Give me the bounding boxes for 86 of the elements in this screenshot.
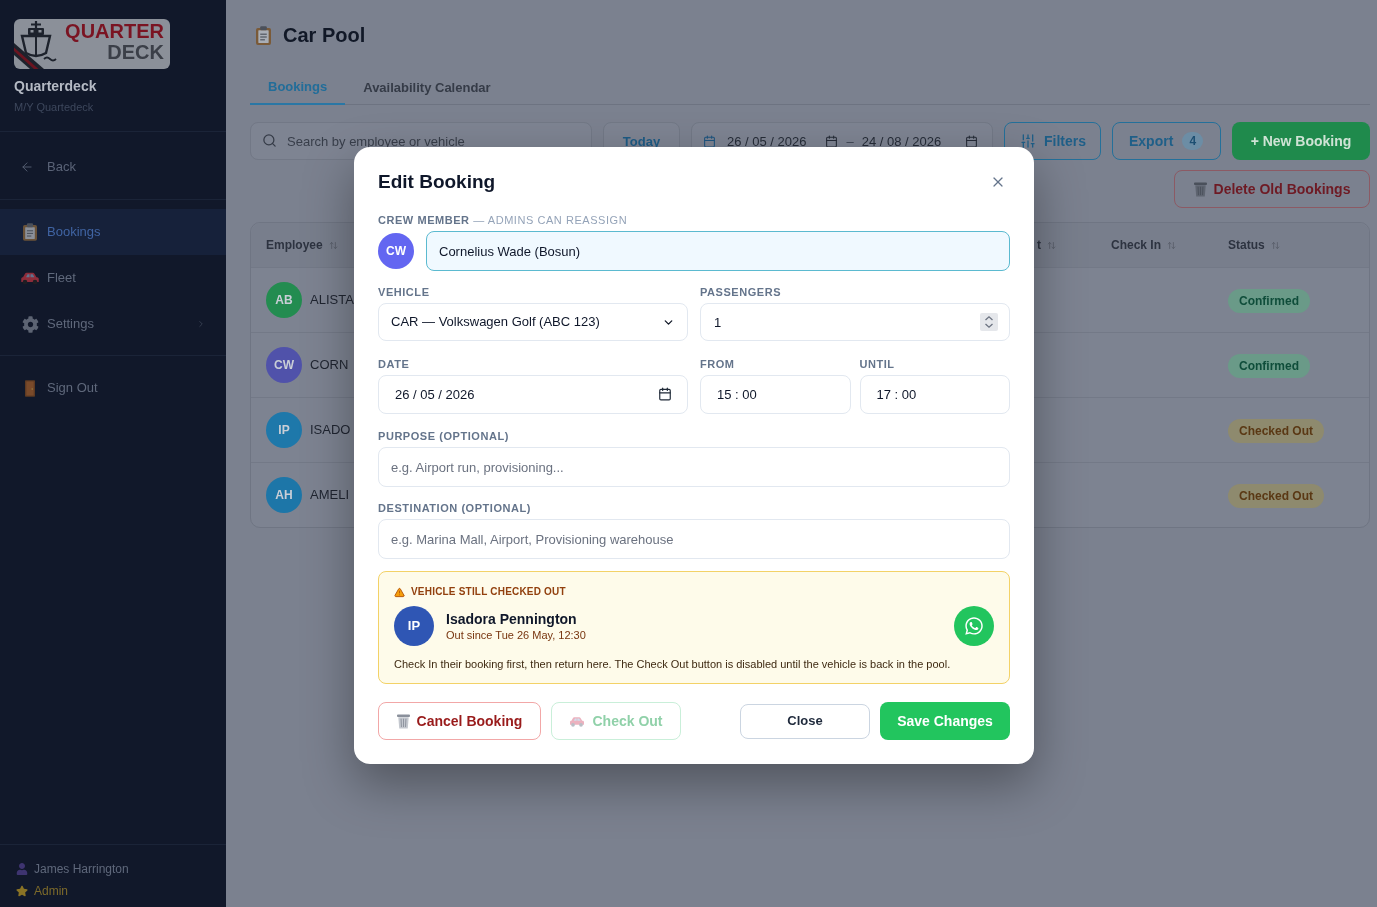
status-badge: Confirmed xyxy=(1228,288,1310,313)
car-icon xyxy=(20,271,40,285)
user-name: James Harrington xyxy=(34,861,129,878)
time-field[interactable]: 17 : 00 xyxy=(859,375,1010,414)
end-date: 24 / 08 / 2026 xyxy=(861,134,942,148)
wastebasket-icon xyxy=(396,713,410,729)
sort-icon[interactable] xyxy=(1047,240,1056,250)
sort-icon[interactable] xyxy=(1167,240,1176,250)
nav-item[interactable]: Fleet xyxy=(0,255,226,301)
start-date: 26 / 05 / 2026 xyxy=(727,134,807,148)
nav-item[interactable]: Bookings xyxy=(0,209,226,255)
export-button[interactable]: Export 4 xyxy=(1112,122,1221,160)
status-badge: Checked Out xyxy=(1228,418,1324,443)
close-button[interactable]: Close xyxy=(740,703,870,739)
avatar: CW xyxy=(378,233,414,269)
user-role: Admin xyxy=(34,883,68,900)
employee-name: ALISTA xyxy=(310,291,354,310)
cancel-booking-button[interactable]: Cancel Booking xyxy=(378,702,541,740)
nav-item[interactable]: Settings xyxy=(0,301,226,347)
avatar: IP xyxy=(266,412,302,448)
status-badge: Checked Out xyxy=(1228,483,1324,508)
field-label: UNTIL xyxy=(859,357,896,371)
field-label: PASSENGERS xyxy=(700,285,783,299)
star-icon xyxy=(16,885,28,897)
sign-out-link[interactable]: Sign Out xyxy=(0,365,226,411)
car-icon xyxy=(569,715,586,727)
destination-field[interactable]: e.g. Marina Mall, Airport, Provisioning warehouse xyxy=(378,519,1010,559)
calendar-icon xyxy=(824,134,838,148)
page-title: Car Pool xyxy=(283,23,366,48)
gear-icon xyxy=(21,315,39,333)
phone-bubble-icon xyxy=(964,616,984,636)
chevron-right-icon xyxy=(196,319,206,329)
save-changes-button[interactable]: Save Changes xyxy=(880,702,1010,740)
avatar: AH xyxy=(266,477,302,513)
sort-icon[interactable] xyxy=(328,240,338,250)
avatar: CW xyxy=(266,347,302,383)
field-label: DESTINATION (OPTIONAL) xyxy=(378,501,533,515)
user-icon xyxy=(16,863,28,875)
field-label: PURPOSE (OPTIONAL) xyxy=(378,429,510,443)
calendar-icon[interactable] xyxy=(658,387,672,401)
column-header: Check In xyxy=(1111,237,1161,254)
app-name: Quarterdeck xyxy=(14,77,98,95)
door-icon xyxy=(25,379,35,397)
person-name: Isadora Pennington xyxy=(446,609,578,628)
warning-title: VEHICLE STILL CHECKED OUT xyxy=(411,586,566,598)
checked-out-since: Out since Tue 26 May, 12:30 xyxy=(446,627,586,643)
clipboard-icon xyxy=(256,25,271,45)
logo-text: DECK xyxy=(107,42,164,63)
calendar-icon xyxy=(703,134,716,148)
warning-message: Check In their booking first, then return here. The Check Out button is disabled until the vehicle is back in the pool. xyxy=(394,657,952,671)
employee-name: CORN xyxy=(310,356,349,375)
purpose-field[interactable]: e.g. Airport run, provisioning... xyxy=(378,447,1010,487)
status-badge: Confirmed xyxy=(1228,353,1310,378)
wastebasket-icon xyxy=(1193,181,1207,197)
search-icon xyxy=(262,133,277,148)
avatar: AB xyxy=(266,282,302,318)
employee-name: ISADO xyxy=(310,421,351,440)
message-button[interactable] xyxy=(954,606,994,646)
field-label: FROM xyxy=(700,357,736,371)
field-label: CREW MEMBER — ADMINS CAN REASSIGN xyxy=(378,213,629,227)
crew-member-field[interactable]: Cornelius Wade (Bosun) xyxy=(426,231,1010,271)
dialog-title: Edit Booking xyxy=(378,169,496,194)
number-spinner-icon[interactable] xyxy=(980,313,998,331)
new-booking-button[interactable]: + New Booking xyxy=(1232,122,1370,160)
warning-icon xyxy=(394,586,405,598)
column-header: t xyxy=(1037,237,1041,254)
avatar: IP xyxy=(394,606,434,646)
vehicle-select[interactable]: CAR — Volkswagen Golf (ABC 123) xyxy=(378,303,688,341)
back-link[interactable]: Back xyxy=(0,144,226,190)
sort-icon[interactable] xyxy=(1270,240,1280,250)
employee-name: AMELI xyxy=(310,486,349,505)
passengers-field[interactable]: 1 xyxy=(700,303,1010,341)
field-label: VEHICLE xyxy=(378,285,431,299)
sliders-icon xyxy=(1020,133,1036,149)
column-header: Status xyxy=(1228,237,1265,254)
calendar-icon xyxy=(965,134,978,148)
range-separator: – xyxy=(846,134,854,148)
field-label: DATE xyxy=(378,357,411,371)
tab[interactable]: Availability Calendar xyxy=(345,70,509,105)
delete-old-bookings-button[interactable]: Delete Old Bookings xyxy=(1174,170,1370,208)
time-field[interactable]: 15 : 00 xyxy=(700,375,851,414)
count-badge: 4 xyxy=(1182,132,1204,150)
logo-text: QUARTER xyxy=(65,21,164,42)
clipboard-icon xyxy=(23,223,37,241)
column-header: Employee xyxy=(266,237,323,254)
date-field[interactable]: 26 / 05 / 2026 xyxy=(378,375,688,414)
